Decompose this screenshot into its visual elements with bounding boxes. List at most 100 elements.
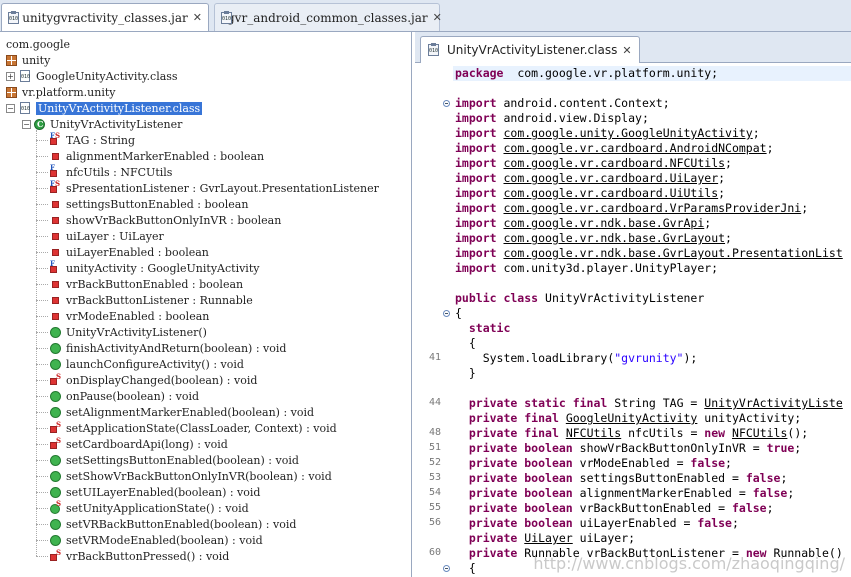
tree-item[interactable]: unity [6, 52, 50, 68]
tree-item[interactable]: FS TAG : String [50, 131, 135, 148]
tree-item[interactable]: uiLayerEnabled : boolean [50, 244, 209, 260]
code-token: private boolean [468, 456, 573, 470]
line-number: 60 [428, 547, 441, 558]
code-line: import com.google.vr.cardboard.AndroidNC… [455, 141, 774, 156]
fold-toggle-icon[interactable] [443, 565, 450, 572]
code-token: ; [704, 216, 712, 230]
tree-item[interactable]: settingsButtonEnabled : boolean [50, 196, 248, 212]
tree-item[interactable]: FnfcUtils : NFCUtils [50, 163, 172, 180]
code-token: com.unity3d.player.UnityPlayer; [496, 261, 719, 275]
tree-item[interactable]: −010 UnityVrActivityListener.class [6, 100, 203, 116]
tree-item[interactable]: launchConfigureActivity() : void [50, 356, 244, 372]
code-token: com.google.vr.cardboard.AndroidNCompat [503, 141, 767, 155]
tree-item[interactable]: showVrBackButtonOnlyInVR : boolean [50, 212, 281, 228]
code-token: vrBackButtonEnabled = [572, 501, 732, 515]
tree-item[interactable]: uiLayer : UiLayer [50, 228, 164, 244]
code-token: UnityVrActivityListener [538, 291, 705, 305]
tree-item[interactable]: FS sPresentationListener : GvrLayout.Pres… [50, 179, 379, 196]
tree-item[interactable]: onPause(boolean) : void [50, 388, 199, 404]
tree-item[interactable]: com.google [6, 36, 70, 52]
close-icon[interactable]: ✕ [193, 11, 202, 24]
private-field-icon [52, 296, 59, 304]
tree-item[interactable]: SsetUnityApplicationState() : void [50, 499, 249, 516]
tree-item-label: setShowVrBackButtonOnlyInVR(boolean) : v… [66, 469, 332, 483]
code-token: ; [766, 501, 774, 515]
tree-item-label: settingsButtonEnabled : boolean [66, 197, 249, 211]
fold-toggle-icon[interactable] [443, 310, 450, 317]
private-static-method-icon: S [50, 420, 61, 434]
expand-toggle-icon[interactable]: − [22, 119, 31, 129]
code-token: vrModeEnabled = [572, 456, 691, 470]
code-token: import [455, 246, 497, 260]
tree-item[interactable]: setAlignmentMarkerEnabled(boolean) : voi… [50, 404, 314, 420]
code-token: alignmentMarkerEnabled = [572, 486, 753, 500]
code-token: private static final [468, 396, 608, 410]
code-token: ; [731, 516, 739, 530]
code-token: } [455, 366, 476, 380]
line-number: 41 [428, 352, 441, 363]
tree-item[interactable]: vr.platform.unity [6, 84, 116, 100]
close-icon[interactable]: ✕ [622, 44, 631, 57]
tree-item[interactable]: vrModeEnabled : boolean [50, 308, 209, 324]
tab-unityvractivitylistener-class[interactable]: 010 UnityVrActivityListener.class ✕ [420, 36, 640, 63]
close-icon[interactable]: ✕ [433, 11, 442, 24]
code-token: private boolean [468, 441, 573, 455]
expand-toggle-icon[interactable]: + [6, 71, 15, 81]
code-line: System.loadLibrary("gvrunity"); [455, 351, 698, 366]
tree-item[interactable]: UnityVrActivityListener() [50, 324, 207, 340]
code-line: static [455, 321, 511, 336]
tree-item-label: uiLayerEnabled : boolean [66, 245, 209, 259]
tab-unitygvractivity-jar[interactable]: 010 unitygvractivity_classes.jar ✕ [1, 3, 209, 31]
code-line: private UiLayer uiLayer; [455, 531, 635, 546]
code-area[interactable]: package com.google.vr.platform.unity; imp… [415, 63, 851, 577]
tree-item[interactable]: +010 GoogleUnityActivity.class [6, 68, 178, 84]
code-token: UiLayer [524, 531, 573, 545]
tree-item[interactable]: setShowVrBackButtonOnlyInVR(boolean) : v… [50, 468, 332, 484]
private-field-icon [52, 200, 59, 208]
code-line: } [455, 366, 476, 381]
tree-item[interactable]: setSettingsButtonEnabled(boolean) : void [50, 452, 299, 468]
tab-gvr-android-common-jar[interactable]: 010 gvr_android_common_classes.jar ✕ [214, 3, 442, 31]
tree-item[interactable]: alignmentMarkerEnabled : boolean [50, 148, 264, 164]
tree-item-label: unityActivity : GoogleUnityActivity [66, 261, 260, 275]
tree-item[interactable]: setVRModeEnabled(boolean) : void [50, 532, 263, 548]
tree-item[interactable]: SvrBackButtonPressed() : void [50, 548, 229, 564]
code-token: private [468, 546, 518, 560]
tree-item[interactable]: vrBackButtonListener : Runnable [50, 292, 253, 308]
tree-item[interactable]: setUILayerEnabled(boolean) : void [50, 484, 260, 500]
tree-item[interactable]: vrBackButtonEnabled : boolean [50, 276, 243, 292]
code-token: ; [766, 141, 774, 155]
tree-item-label: unity [22, 53, 51, 67]
code-token: "gvrunity" [614, 351, 684, 365]
tree-item-label: setSettingsButtonEnabled(boolean) : void [66, 453, 299, 467]
code-line: private boolean settingsButtonEnabled = … [455, 471, 788, 486]
tree-item[interactable]: SsetCardboardApi(long) : void [50, 436, 228, 452]
fold-toggle-icon[interactable] [443, 100, 450, 107]
tree-item-label: setApplicationState(ClassLoader, Context… [66, 421, 337, 435]
code-token: com.google.vr.cardboard.UiUtils [503, 186, 719, 200]
code-token: new [704, 426, 726, 440]
tree-item[interactable]: setVRBackButtonEnabled(boolean) : void [50, 516, 296, 532]
tab-label: UnityVrActivityListener.class [447, 43, 618, 57]
tree-item-label: vrBackButtonPressed() : void [66, 549, 230, 563]
tree-item[interactable]: finishActivityAndReturn(boolean) : void [50, 340, 286, 356]
expand-toggle-icon[interactable]: − [6, 103, 15, 113]
tree-item-label: finishActivityAndReturn(boolean) : void [66, 341, 287, 355]
code-token: unityActivity; [697, 411, 802, 425]
public-method-icon [50, 390, 61, 402]
tree-item-label: setUnityApplicationState() : void [66, 501, 249, 515]
code-token: ; [801, 201, 809, 215]
code-token: com.google.vr.cardboard.UiLayer [503, 171, 719, 185]
tree-item[interactable]: FunityActivity : GoogleUnityActivity [50, 259, 260, 276]
tree-item[interactable]: − UnityVrActivityListener [22, 116, 182, 132]
code-token: ; [718, 171, 726, 185]
tree-item[interactable]: SsetApplicationState(ClassLoader, Contex… [50, 420, 337, 436]
code-token: nfcUtils = [621, 426, 705, 440]
tree-item[interactable]: SonDisplayChanged(boolean) : void [50, 372, 257, 388]
